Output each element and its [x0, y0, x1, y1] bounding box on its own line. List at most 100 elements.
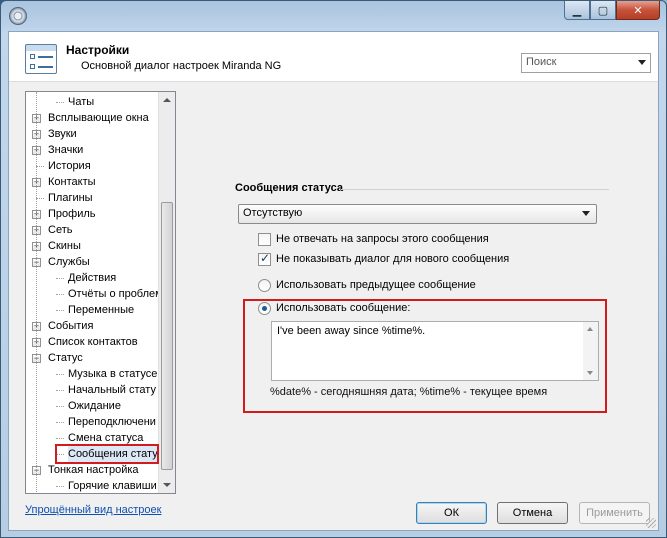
search-placeholder: Поиск — [526, 56, 557, 68]
radio-circle[interactable] — [258, 279, 271, 292]
tree-item[interactable]: + Контакты — [26, 174, 160, 190]
tree-connector — [56, 406, 64, 407]
checkbox-box[interactable] — [258, 251, 271, 266]
tree-item-label: Профиль — [48, 208, 96, 220]
scroll-thumb[interactable] — [161, 202, 173, 470]
tree-item-label: Список контактов — [48, 336, 138, 348]
ok-button[interactable]: ОК — [416, 502, 487, 524]
tree-connector — [56, 310, 64, 311]
options-window: ▁ ▢ ✕ Настройки Основной диалог настроек… — [0, 0, 667, 538]
group-title: Сообщения статуса — [235, 182, 343, 194]
status-select[interactable]: Отсутствую — [238, 204, 597, 224]
tree-item-label: Статус — [48, 352, 83, 364]
tree-item-label: Скины — [48, 240, 81, 252]
resize-grip[interactable] — [646, 518, 656, 528]
tree-item[interactable]: Переменные — [26, 302, 160, 318]
checkbox-box[interactable] — [258, 233, 271, 246]
tree-guide-line — [36, 92, 37, 493]
tree-item[interactable]: + События — [26, 318, 160, 334]
chevron-down-icon[interactable] — [638, 60, 646, 65]
message-highlight-frame — [243, 299, 607, 413]
tree-connector — [56, 438, 64, 439]
tree-item-label: Музыка в статусе — [68, 368, 158, 380]
dialog-subtitle: Основной диалог настроек Miranda NG — [81, 60, 282, 72]
simple-view-link[interactable]: Упрощённый вид настроек — [25, 504, 161, 516]
tree-connector — [56, 374, 64, 375]
tree-item[interactable]: + Сеть — [26, 222, 160, 238]
tree-item-label: Значки — [48, 144, 84, 156]
checklist-line — [38, 56, 53, 58]
tree-item-label: Переподключени — [68, 416, 156, 428]
tree-item-label: Службы — [48, 256, 90, 268]
options-tree[interactable]: Чаты + Всплывающие окна + Звуки + Значки Истори… — [25, 91, 176, 494]
tree-scrollbar[interactable] — [158, 92, 175, 493]
tree-item-label: События — [48, 320, 94, 332]
tree-item-label: Чаты — [68, 96, 95, 108]
tree-item-label: Переменные — [68, 304, 135, 316]
settings-checklist-icon — [25, 44, 57, 74]
close-button[interactable]: ✕ — [616, 1, 660, 20]
tree-item-label: Отчёты о проблем — [68, 288, 163, 300]
tree-connector — [56, 294, 64, 295]
apply-button[interactable]: Применить — [579, 502, 650, 524]
checkbox-label: Не отвечать на запросы этого сообщения — [276, 233, 489, 245]
checklist-box — [30, 54, 35, 59]
tree-connector — [56, 486, 64, 487]
tree-item[interactable]: + Скины — [26, 238, 160, 254]
scroll-down-icon[interactable] — [163, 483, 171, 487]
tree-item-label: Действия — [68, 272, 117, 284]
cancel-button[interactable]: Отмена — [497, 502, 568, 524]
tree-item[interactable]: + Звуки — [26, 126, 160, 142]
tree-item-label: Тонкая настройка — [48, 464, 139, 476]
tree-item[interactable]: Горячие клавиши — [26, 478, 160, 493]
chevron-down-icon[interactable] — [582, 211, 590, 216]
tree-item-label: История — [48, 160, 91, 172]
checkbox-label: Не показывать диалог для нового сообщени… — [276, 253, 510, 265]
tree-item[interactable]: Ожидание — [26, 398, 160, 414]
tree-item[interactable]: Музыка в статусе — [26, 366, 160, 382]
tree-item-label: Контакты — [48, 176, 96, 188]
maximize-button[interactable]: ▢ — [590, 1, 616, 20]
miranda-app-icon[interactable] — [9, 7, 27, 25]
dialog-title: Настройки — [66, 43, 130, 57]
tree-connector — [36, 166, 44, 167]
radio-label: Использовать предыдущее сообщение — [276, 279, 476, 291]
tree-item[interactable]: + Список контактов — [26, 334, 160, 350]
tree-item[interactable]: − Тонкая настройка — [26, 462, 160, 478]
tree-item-label: Плагины — [48, 192, 93, 204]
tree-item-label: Всплывающие окна — [48, 112, 149, 124]
minimize-button[interactable]: ▁ — [564, 1, 590, 20]
tree-item-label: Звуки — [48, 128, 77, 140]
tree-connector — [36, 198, 44, 199]
tree-item[interactable]: Плагины — [26, 190, 160, 206]
tree-item[interactable]: Начальный стату — [26, 382, 160, 398]
tree-item[interactable]: Действия — [26, 270, 160, 286]
selection-highlight-frame — [55, 444, 159, 464]
tree-item[interactable]: История — [26, 158, 160, 174]
window-controls: ▁ ▢ ✕ — [564, 1, 660, 21]
tree-item[interactable]: Чаты — [26, 94, 160, 110]
checklist-box — [30, 64, 35, 69]
tree-connector — [56, 102, 64, 103]
status-select-value: Отсутствую — [243, 207, 303, 219]
group-divider — [341, 189, 609, 190]
tree-item[interactable]: Отчёты о проблем — [26, 286, 163, 302]
title-bar[interactable]: ▁ ▢ ✕ — [1, 1, 666, 31]
checklist-line — [38, 66, 53, 68]
tree-item[interactable]: − Статус — [26, 350, 160, 366]
tree-item-label: Начальный стату — [68, 384, 156, 396]
tree-item[interactable]: + Значки — [26, 142, 160, 158]
tree-item-label: Горячие клавиши — [68, 480, 157, 492]
tree-item[interactable]: + Профиль — [26, 206, 160, 222]
tree-connector — [56, 390, 64, 391]
tree-item[interactable]: + Всплывающие окна — [26, 110, 160, 126]
tree-item[interactable]: Переподключени — [26, 414, 160, 430]
tree-item[interactable]: − Службы — [26, 254, 160, 270]
tree-item-label: Сеть — [48, 224, 73, 236]
dialog-header: Настройки Основной диалог настроек Miran… — [9, 32, 658, 82]
scroll-up-icon[interactable] — [163, 98, 171, 102]
search-combo[interactable]: Поиск — [521, 53, 651, 73]
tree-item-label: Ожидание — [68, 400, 121, 412]
tree-connector — [56, 422, 64, 423]
dialog-client-area: Настройки Основной диалог настроек Miran… — [8, 31, 659, 531]
